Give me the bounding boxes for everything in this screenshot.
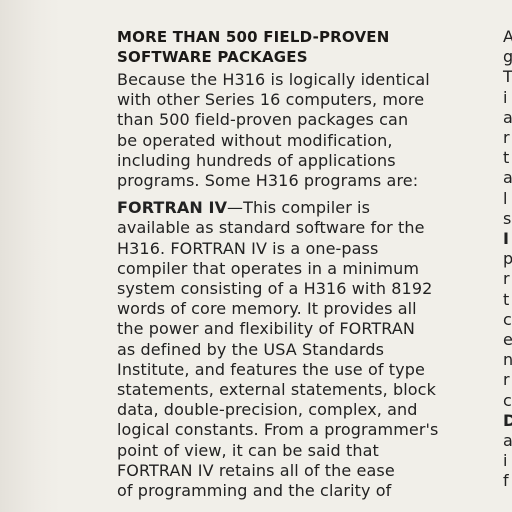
text-line: as defined by the USA Standards: [117, 339, 385, 359]
cropped-letter: f: [503, 471, 509, 491]
text-line: programs. Some H316 programs are:: [117, 171, 419, 191]
main-text-column: MORE THAN 500 FIELD-PROVEN SOFTWARE PACK…: [117, 27, 467, 501]
intro-paragraph: Because the H316 is logically identical …: [117, 70, 467, 191]
text-line: point of view, it can be said that: [117, 440, 379, 460]
text-line: data, double-precision, complex, and: [117, 400, 418, 420]
cropped-letter: a: [503, 168, 512, 188]
text-line: compiler that operates in a minimum: [117, 258, 420, 278]
text-line: of programming and the clarity of: [117, 481, 392, 501]
text-line: available as standard software for the: [117, 218, 425, 238]
text-line: FORTRAN IV—This compiler is: [117, 198, 467, 218]
cropped-letter: i: [503, 87, 508, 107]
text-line: Because the H316 is logically identical: [117, 70, 430, 89]
cropped-letter: T: [503, 67, 512, 87]
heading-line: SOFTWARE PACKAGES: [117, 48, 308, 66]
cropped-letter: l: [503, 188, 508, 208]
text-line: logical constants. From a programmer's: [117, 420, 439, 440]
cropped-letter: p: [503, 249, 512, 269]
text-line: Institute, and features the use of type: [117, 359, 425, 379]
cropped-letter: e: [503, 330, 512, 350]
cropped-letter: i: [503, 451, 508, 471]
text-line: statements, external statements, block: [117, 380, 436, 400]
cropped-letter: c: [503, 390, 512, 410]
cropped-letter: t: [503, 148, 510, 168]
cropped-letter: a: [503, 431, 512, 451]
text-line: words of core memory. It provides all: [117, 299, 417, 319]
text-line: system consisting of a H316 with 8192: [117, 279, 433, 299]
heading-line: MORE THAN 500 FIELD-PROVEN: [117, 28, 390, 46]
text-line: including hundreds of applications: [117, 150, 396, 170]
cropped-letter: r: [503, 128, 510, 148]
text-line: be operated without modification,: [117, 130, 393, 150]
text-line: than 500 field-proven packages can: [117, 110, 409, 130]
page-left-margin: [0, 0, 60, 512]
text-line: the power and flexibility of FORTRAN: [117, 319, 415, 339]
cropped-letter: t: [503, 289, 510, 309]
cropped-letter: c: [503, 309, 512, 329]
cropped-letter: D: [503, 410, 512, 430]
text-line: FORTRAN IV retains all of the ease: [117, 460, 395, 480]
fortran-lead: —This compiler is: [227, 198, 371, 218]
cropped-letter: A: [503, 27, 512, 46]
cropped-letter: r: [503, 269, 510, 289]
section-heading: MORE THAN 500 FIELD-PROVEN SOFTWARE PACK…: [117, 27, 467, 67]
cropped-letter: s: [503, 208, 512, 228]
text-line: with other Series 16 computers, more: [117, 90, 425, 110]
cropped-letter: g: [503, 47, 512, 67]
text-line: H316. FORTRAN IV is a one-pass: [117, 238, 379, 258]
cropped-letter: I: [503, 229, 509, 249]
right-column-cropped: A g T i a r t a l s I p r t c e n r c D …: [503, 27, 512, 492]
cropped-letter: r: [503, 370, 510, 390]
cropped-letter: n: [503, 350, 512, 370]
cropped-letter: a: [503, 107, 512, 127]
fortran-paragraph: FORTRAN IV—This compiler is available as…: [117, 198, 467, 501]
fortran-term: FORTRAN IV: [117, 198, 228, 218]
